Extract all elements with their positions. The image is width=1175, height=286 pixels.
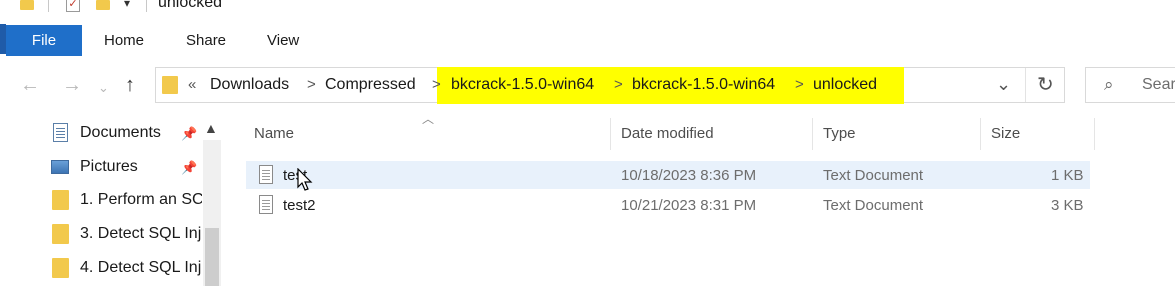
file-date: 10/21/2023 8:31 PM (621, 197, 757, 214)
file-date: 10/18/2023 8:36 PM (621, 167, 757, 184)
breadcrumb-bkcrack-2[interactable]: bkcrack-1.5.0-win64 (632, 76, 775, 94)
breadcrumb-unlocked[interactable]: unlocked (813, 76, 877, 94)
breadcrumb-separator-icon[interactable]: > (614, 76, 623, 93)
documents-icon (53, 123, 68, 142)
column-header-size[interactable]: Size (991, 125, 1020, 142)
breadcrumb-separator-icon[interactable]: > (432, 76, 441, 93)
file-type: Text Document (823, 167, 924, 184)
column-header-name[interactable]: Name (254, 125, 294, 142)
file-type: Text Document (823, 197, 924, 214)
breadcrumb-downloads[interactable]: Downloads (210, 76, 289, 94)
back-arrow-icon[interactable]: ← (20, 74, 40, 97)
tab-share[interactable]: Share (186, 32, 226, 49)
breadcrumb-separator-icon[interactable]: > (795, 76, 804, 93)
column-divider[interactable] (812, 118, 813, 150)
ribbon (0, 24, 1175, 58)
tab-view[interactable]: View (267, 32, 299, 49)
folder-icon[interactable] (20, 0, 34, 10)
text-file-icon (259, 195, 273, 214)
text-file-icon (259, 165, 273, 184)
sidebar-item-detect-sql-inj-3[interactable]: 3. Detect SQL Inj (80, 225, 202, 243)
sidebar-scrollbar-thumb[interactable] (205, 228, 219, 286)
folder-icon (52, 258, 69, 278)
new-folder-icon[interactable] (96, 0, 110, 10)
sidebar-item-perform-an-sc[interactable]: 1. Perform an SC (80, 191, 202, 209)
column-header-date-modified[interactable]: Date modified (621, 125, 714, 142)
file-name[interactable]: test2 (283, 197, 316, 214)
breadcrumb-bkcrack-1[interactable]: bkcrack-1.5.0-win64 (451, 76, 594, 94)
folder-icon (52, 190, 69, 210)
file-size: 3 KB (1051, 197, 1084, 214)
pictures-icon (51, 160, 69, 174)
column-header-type[interactable]: Type (823, 125, 856, 142)
column-divider[interactable] (610, 118, 611, 150)
folder-icon (52, 224, 69, 244)
sort-ascending-icon: ︿ (422, 112, 435, 126)
file-size: 1 KB (1051, 167, 1084, 184)
address-dropdown-chevron-icon[interactable]: ⌄ (996, 74, 1011, 95)
search-placeholder: Sear (1142, 76, 1175, 93)
mouse-cursor-icon (297, 168, 313, 191)
recent-locations-chevron-icon[interactable]: ⌄ (98, 80, 109, 96)
pin-icon[interactable]: 📌 (181, 160, 197, 176)
divider (1025, 68, 1026, 102)
search-icon: ⌕ (1104, 75, 1114, 94)
file-tab[interactable]: File (6, 25, 82, 56)
properties-check-icon[interactable]: ✓ (66, 0, 80, 12)
refresh-icon[interactable]: ↻ (1037, 72, 1054, 97)
window-title: unlocked (158, 0, 223, 11)
customize-toolbar-dropdown-icon[interactable]: ▾ (124, 0, 130, 10)
column-divider[interactable] (1094, 118, 1095, 150)
pin-icon[interactable]: 📌 (181, 126, 197, 142)
breadcrumb-overflow-chevron[interactable]: « (188, 76, 196, 93)
divider (48, 0, 49, 12)
breadcrumb-compressed[interactable]: Compressed (325, 76, 416, 94)
divider (146, 0, 147, 12)
column-divider[interactable] (980, 118, 981, 150)
forward-arrow-icon[interactable]: → (62, 74, 82, 97)
up-arrow-icon[interactable]: ↑ (125, 74, 135, 97)
sidebar-item-detect-sql-inj-4[interactable]: 4. Detect SQL Inj (80, 259, 202, 277)
breadcrumb-separator-icon[interactable]: > (307, 76, 316, 93)
tab-home[interactable]: Home (104, 32, 144, 49)
folder-icon (162, 76, 178, 94)
scroll-up-arrow-icon[interactable]: ▲ (204, 120, 218, 136)
